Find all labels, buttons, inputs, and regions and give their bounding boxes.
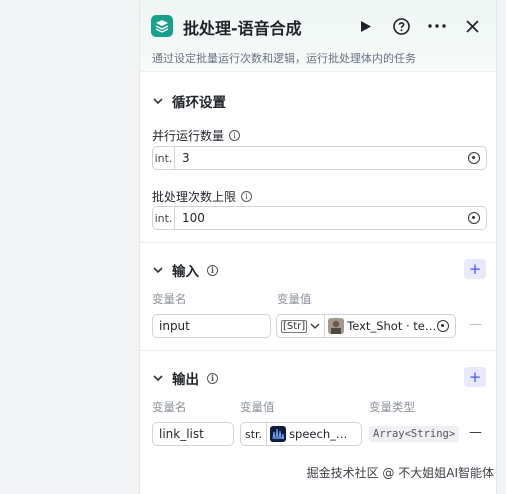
parallel-count-input[interactable]: int. 3	[152, 146, 487, 170]
ref-value[interactable]: speech_…	[267, 426, 347, 442]
variable-ref-icon[interactable]	[437, 320, 449, 332]
section-title: 循环设置	[172, 95, 226, 111]
field-value[interactable]: 100	[175, 211, 468, 225]
col-header-value: 变量值	[240, 400, 275, 414]
remove-input-button[interactable]: —	[469, 317, 482, 332]
batch-limit-label: 批处理次数上限 i	[152, 188, 253, 205]
col-header-name: 变量名	[152, 400, 187, 414]
play-icon	[361, 20, 371, 32]
node-avatar-icon	[328, 318, 345, 334]
variable-ref-icon[interactable]	[468, 152, 480, 164]
input-var-name-field[interactable]: input	[152, 314, 271, 338]
type-label: int.	[153, 147, 175, 169]
info-icon[interactable]: i	[229, 130, 241, 141]
input-var-value-ref[interactable]: [Str] Text_Shot · te…	[276, 314, 456, 338]
var-type-badge: Array<String>	[369, 426, 460, 442]
more-icon	[428, 24, 446, 28]
chevron-down-icon	[152, 372, 164, 384]
info-icon[interactable]: i	[241, 191, 253, 202]
more-button[interactable]	[425, 14, 449, 38]
batch-node-panel: 批处理-语音合成 通过设定批量运行次数和逻辑，运行批处理体内的任务 循环设置 并…	[139, 0, 497, 494]
watermark: 掘金技术社区 @ 不大姐姐AI智能体	[306, 466, 494, 480]
section-divider	[140, 242, 496, 243]
variable-ref-icon[interactable]	[468, 212, 480, 224]
info-icon[interactable]: i	[207, 264, 218, 276]
type-label: str.	[241, 423, 268, 445]
add-input-button[interactable]: +	[464, 259, 486, 279]
node-title: 批处理-语音合成	[183, 19, 302, 38]
batch-limit-input[interactable]: int. 100	[152, 206, 487, 230]
help-button[interactable]	[389, 14, 413, 38]
output-var-name-field[interactable]: link_list	[152, 422, 234, 446]
close-icon	[465, 19, 479, 33]
ref-value[interactable]: Text_Shot · te…	[325, 318, 437, 334]
field-value[interactable]: 3	[175, 151, 468, 165]
output-section-header[interactable]: 输出 i	[152, 368, 218, 388]
type-select[interactable]: [Str]	[277, 315, 326, 337]
info-icon[interactable]: i	[207, 372, 218, 384]
remove-output-button[interactable]: —	[469, 425, 482, 440]
section-title: 输出	[172, 372, 199, 388]
chevron-down-icon	[152, 95, 164, 107]
batch-node-icon	[151, 15, 173, 37]
section-title: 输入	[172, 264, 199, 280]
ref-text: Text_Shot · te…	[347, 319, 437, 333]
parallel-count-label: 并行运行数量 i	[152, 127, 241, 144]
panel-header: 批处理-语音合成 通过设定批量运行次数和逻辑，运行批处理体内的任务	[140, 0, 496, 72]
node-description: 通过设定批量运行次数和逻辑，运行批处理体内的任务	[152, 52, 416, 65]
field-label-text: 并行运行数量	[152, 129, 225, 143]
col-header-value: 变量值	[277, 292, 312, 306]
output-var-value-ref[interactable]: str. speech_…	[240, 422, 362, 446]
col-header-name: 变量名	[152, 292, 187, 306]
add-output-button[interactable]: +	[464, 367, 486, 387]
chevron-down-icon	[310, 323, 320, 329]
col-header-type: 变量类型	[369, 400, 415, 414]
loop-settings-header[interactable]: 循环设置	[152, 91, 226, 111]
help-icon	[392, 17, 410, 35]
speech-node-icon	[270, 426, 287, 442]
input-section-header[interactable]: 输入 i	[152, 260, 218, 280]
section-divider	[140, 350, 496, 351]
run-button[interactable]	[354, 14, 378, 38]
type-label: int.	[153, 207, 175, 229]
type-chip: [Str]	[281, 319, 308, 333]
field-label-text: 批处理次数上限	[152, 190, 237, 204]
ref-text: speech_…	[289, 427, 348, 441]
chevron-down-icon	[152, 264, 164, 276]
close-button[interactable]	[460, 14, 484, 38]
